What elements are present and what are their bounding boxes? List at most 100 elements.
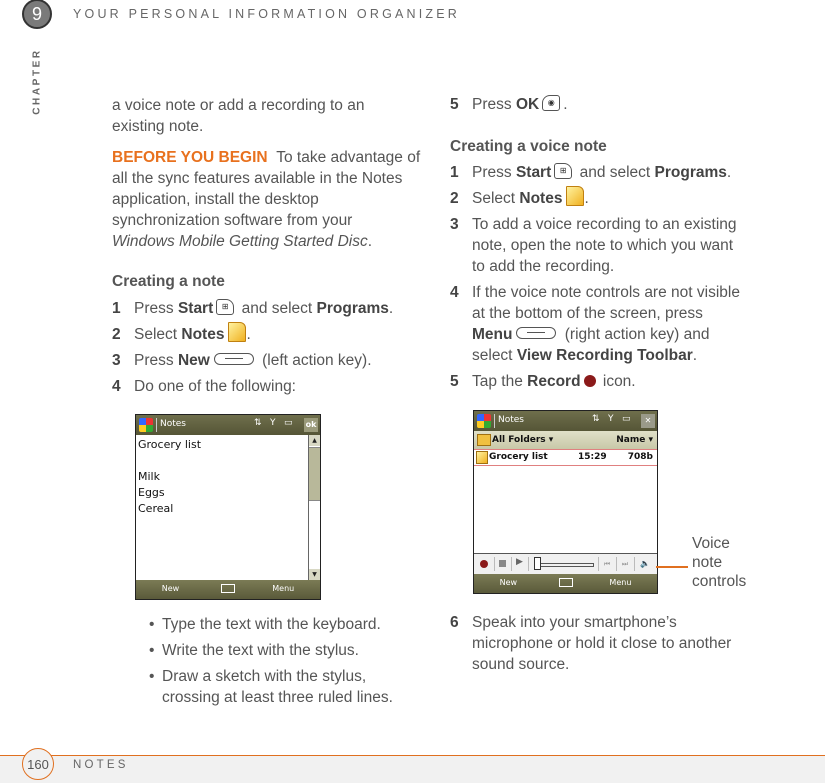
folder-bar: All Folders ▾ Name ▾	[474, 431, 657, 449]
step-text: Select	[134, 326, 182, 343]
next-button[interactable]: ⏭	[616, 557, 635, 571]
note-text: synchronization software from your	[112, 212, 353, 229]
scroll-thumb[interactable]	[309, 447, 320, 501]
stop-icon	[499, 560, 506, 567]
step-text: To add a voice recording to an existing	[472, 216, 737, 233]
intro-paragraph: a voice note or add a recording to an ex…	[112, 95, 364, 137]
record-icon	[480, 560, 488, 568]
title-bar: Notes ⇅ Y ▭ ✕	[474, 411, 657, 431]
programs-label: Programs	[654, 164, 727, 181]
step-text: Press	[134, 300, 178, 317]
note-line	[138, 453, 201, 469]
step-text: select	[472, 347, 517, 364]
bullet-text: crossing at least three ruled lines.	[162, 689, 393, 706]
notes-label: Notes	[519, 190, 563, 207]
note-line: Cereal	[138, 502, 174, 515]
new-softkey[interactable]: New	[162, 584, 179, 593]
intro-line: existing note.	[112, 118, 204, 135]
slider-thumb[interactable]	[534, 557, 541, 570]
new-softkey[interactable]: New	[500, 578, 517, 587]
step-text: (right action key) and	[560, 326, 710, 343]
step-text: to add the recording.	[472, 258, 615, 275]
step-number: 2	[450, 190, 459, 207]
battery-icon: ▭	[622, 414, 631, 424]
windows-start-key-icon: ⊞	[216, 298, 235, 315]
page-number: 160	[22, 748, 54, 780]
record-button[interactable]	[474, 557, 495, 571]
scroll-up-arrow-icon[interactable]: ▲	[309, 435, 320, 446]
note-content[interactable]: Grocery list Milk Eggs Cereal	[138, 437, 201, 517]
ok-button[interactable]: ok	[304, 418, 318, 432]
step-text: and select	[237, 300, 317, 317]
step-text: at the bottom of the screen, press	[472, 305, 703, 322]
keyboard-icon[interactable]	[558, 578, 573, 587]
bullet-text: Write the text with the stylus.	[162, 642, 359, 659]
connectivity-icon: ⇅	[254, 418, 262, 428]
sort-dropdown[interactable]: Name ▾	[616, 435, 653, 445]
skip-forward-icon: ⏭	[621, 560, 629, 568]
view-recording-toolbar-label: View Recording Toolbar	[516, 347, 693, 364]
before-you-begin-note: BEFORE YOU BEGIN To take advantage of al…	[112, 147, 442, 252]
stop-button[interactable]	[494, 557, 512, 571]
step-text: .	[388, 300, 394, 317]
bullet-text: Draw a sketch with the stylus,	[162, 668, 367, 685]
before-you-begin-label: BEFORE YOU BEGIN	[112, 149, 268, 166]
soft-key-bar: New Menu	[474, 574, 657, 593]
note-icon	[476, 451, 488, 464]
ok-label: OK	[515, 96, 540, 113]
step-text: (left action key).	[257, 352, 372, 369]
callout-line	[656, 566, 688, 568]
battery-icon: ▭	[284, 418, 293, 428]
note-text: all the sync features available in the N…	[112, 170, 403, 187]
menu-softkey[interactable]: Menu	[272, 584, 294, 593]
bullet-text: Type the text with the keyboard.	[162, 616, 381, 633]
step-number: 1	[112, 300, 121, 317]
step-text: If the voice note controls are not visib…	[472, 284, 740, 301]
windows-start-flag-icon	[477, 414, 491, 428]
step-text: .	[584, 190, 589, 207]
step-text: .	[246, 326, 251, 343]
windows-start-flag-icon	[139, 418, 153, 432]
new-label: New	[177, 352, 210, 369]
folder-dropdown[interactable]: All Folders ▾	[492, 435, 553, 445]
section-heading-creating-note: Creating a note	[112, 273, 225, 290]
step-text: .	[692, 347, 698, 364]
note-list-row[interactable]: Grocery list 15:29 708b	[474, 449, 657, 466]
previous-button[interactable]: ⏮	[598, 557, 617, 571]
close-icon[interactable]: ✕	[641, 414, 655, 428]
notes-label: Notes	[181, 326, 225, 343]
speaker-button[interactable]: 🔈	[634, 557, 656, 571]
right-action-key-icon	[516, 326, 557, 339]
scroll-down-arrow-icon[interactable]: ▼	[309, 569, 320, 580]
connectivity-icon: ⇅	[592, 414, 600, 424]
step-text: Tap the	[472, 373, 528, 390]
speaker-icon: 🔈	[640, 559, 650, 568]
step-number: 5	[450, 373, 459, 390]
keyboard-icon[interactable]	[221, 584, 235, 593]
ok-key-icon: ◉	[542, 94, 561, 111]
section-heading-creating-voice-note: Creating a voice note	[450, 138, 607, 155]
step-text: .	[726, 164, 732, 181]
step-number: 6	[450, 614, 459, 631]
skip-back-icon: ⏮	[603, 560, 611, 568]
menu-label: Menu	[472, 326, 513, 343]
step-text: microphone or hold it close to another	[472, 635, 732, 652]
notes-list-screenshot: Notes ⇅ Y ▭ ✕ All Folders ▾ Name ▾ Groce…	[473, 410, 658, 594]
title-bar: Notes ⇅ Y ▭ ok	[136, 415, 320, 435]
running-header-title: YOUR PERSONAL INFORMATION ORGANIZER	[73, 7, 461, 21]
scrollbar[interactable]: ▲ ▼	[308, 435, 320, 580]
chapter-label-text: CHAPTER	[31, 48, 43, 115]
menu-softkey[interactable]: Menu	[609, 578, 631, 587]
folder-label: All Folders	[492, 435, 546, 445]
step-text: Press	[472, 96, 516, 113]
step-number: 4	[450, 284, 459, 301]
callout-text: controls	[692, 573, 747, 590]
play-button[interactable]: ▶	[511, 557, 529, 571]
disc-title: Windows Mobile Getting Started Disc	[112, 233, 368, 250]
callout-text: Voice	[692, 535, 730, 552]
start-label: Start	[177, 300, 214, 317]
step-text: Press	[134, 352, 178, 369]
step-number: 1	[450, 164, 459, 181]
volume-slider[interactable]	[528, 557, 599, 571]
app-title: Notes	[160, 419, 186, 429]
